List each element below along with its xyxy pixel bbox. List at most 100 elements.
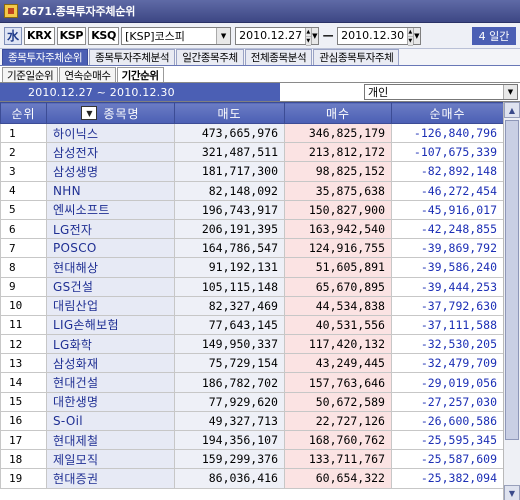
date-to-field[interactable]: 2010.12.30 ▲ ▼ ▼ [337, 26, 422, 46]
stock-name-cell[interactable]: 현대건설 [46, 372, 175, 393]
sell-amount-cell: 194,356,107 [174, 429, 285, 451]
table-row[interactable]: 3 삼성생명 181,717,300 98,825,152 -82,892,148 [0, 161, 504, 182]
net-buy-cell: -39,586,240 [391, 257, 504, 278]
stock-name-cell[interactable]: 제일모직 [46, 449, 175, 470]
vertical-scrollbar[interactable]: ▲ ▼ [503, 102, 520, 500]
rank-cell: 10 [0, 295, 47, 316]
net-buy-cell: -39,869,792 [391, 238, 504, 259]
tab-base-date-rank[interactable]: 기준일순위 [2, 67, 59, 82]
stock-name-cell[interactable]: 삼성화재 [46, 353, 175, 374]
window-title: 2671.종목투자주체순위 [22, 5, 136, 18]
calendar-dropdown-icon[interactable]: ▼ [412, 27, 421, 44]
chevron-down-icon[interactable]: ▼ [503, 85, 517, 99]
stock-name-cell[interactable]: 현대제철 [46, 429, 175, 451]
stock-name-cell[interactable]: LIG손해보험 [46, 314, 175, 336]
table-row[interactable]: 4 NHN 82,148,092 35,875,638 -46,272,454 [0, 180, 504, 201]
table-row[interactable]: 11 LIG손해보험 77,643,145 40,531,556 -37,111,588 [0, 314, 504, 336]
table-row[interactable]: 7 POSCO 164,786,547 124,916,755 -39,869,792 [0, 238, 504, 259]
tab-watchlist-investor[interactable]: 관심종목투자주체 [313, 49, 400, 65]
investor-type-select[interactable]: 개인 ▼ [364, 84, 518, 100]
rank-cell: 11 [0, 314, 47, 336]
sell-amount-cell: 181,717,300 [174, 161, 285, 182]
table-row[interactable]: 15 대한생명 77,929,620 50,672,589 -27,257,030 [0, 391, 504, 412]
column-header-net-buy[interactable]: 순매수 [391, 102, 504, 124]
water-icon[interactable]: 水 [4, 26, 22, 45]
table-row[interactable]: 5 엔씨소프트 196,743,917 150,827,900 -45,916,017 [0, 199, 504, 220]
stock-name-cell[interactable]: LG화학 [46, 334, 175, 355]
sell-amount-cell: 82,327,469 [174, 295, 285, 316]
table-row[interactable]: 2 삼성전자 321,487,511 213,812,172 -107,675,339 [0, 142, 504, 163]
rank-cell: 7 [0, 238, 47, 259]
buy-amount-cell: 168,760,762 [284, 429, 392, 451]
tab-consecutive-net-buy[interactable]: 연속순매수 [59, 67, 116, 82]
table-row[interactable]: 14 현대건설 186,782,702 157,763,646 -29,019,056 [0, 372, 504, 393]
net-buy-cell: -39,444,253 [391, 276, 504, 297]
buy-amount-cell: 157,763,646 [284, 372, 392, 393]
stock-name-cell[interactable]: 하이닉스 [46, 122, 175, 144]
scroll-thumb[interactable] [505, 120, 519, 440]
buy-amount-cell: 213,812,172 [284, 142, 392, 163]
table-row[interactable]: 10 대림산업 82,327,469 44,534,838 -37,792,630 [0, 295, 504, 316]
column-header-name[interactable]: ▼ 종목명 [46, 102, 175, 124]
buy-amount-cell: 50,672,589 [284, 391, 392, 412]
sell-amount-cell: 159,299,376 [174, 449, 285, 470]
chevron-down-icon[interactable]: ▼ [216, 27, 231, 44]
stock-name-cell[interactable]: GS건설 [46, 276, 175, 297]
table-row[interactable]: 18 제일모직 159,299,376 133,711,767 -25,587,609 [0, 449, 504, 470]
stock-name-cell[interactable]: 현대증권 [46, 468, 175, 489]
column-header-sell[interactable]: 매도 [174, 102, 285, 124]
tab-stock-investor-analysis[interactable]: 종목투자주체분석 [89, 49, 176, 65]
net-buy-cell: -107,675,339 [391, 142, 504, 163]
stock-name-cell[interactable]: 현대해상 [46, 257, 175, 278]
date-from-field[interactable]: 2010.12.27 ▲ ▼ ▼ [235, 26, 320, 46]
stock-name-cell[interactable]: 대림산업 [46, 295, 175, 316]
tab-daily-stock-investor[interactable]: 일간종목주체 [176, 49, 244, 65]
table-row[interactable]: 9 GS건설 105,115,148 65,670,895 -39,444,253 [0, 276, 504, 297]
stock-name-cell[interactable]: 대한생명 [46, 391, 175, 412]
sell-amount-cell: 82,148,092 [174, 180, 285, 201]
scroll-up-icon[interactable]: ▲ [504, 102, 520, 118]
scroll-down-icon[interactable]: ▼ [504, 485, 520, 500]
table-row[interactable]: 16 S-Oil 49,327,713 22,727,126 -26,600,586 [0, 410, 504, 432]
net-buy-cell: -37,792,630 [391, 295, 504, 316]
tab-all-stock-analysis[interactable]: 전체종목분석 [244, 49, 313, 65]
sort-down-icon[interactable]: ▼ [81, 106, 98, 120]
date-to-value: 2010.12.30 [341, 29, 405, 42]
market-ksq-button[interactable]: KSQ [88, 26, 120, 45]
stock-name-cell[interactable]: 삼성전자 [46, 142, 175, 163]
table-row[interactable]: 13 삼성화재 75,729,154 43,249,445 -32,479,709 [0, 353, 504, 374]
column-header-rank[interactable]: 순위 [0, 102, 47, 124]
table-row[interactable]: 19 현대증권 86,036,416 60,654,322 -25,382,094 [0, 468, 504, 489]
sell-amount-cell: 164,786,547 [174, 238, 285, 259]
stock-name-cell[interactable]: NHN [46, 180, 175, 201]
sell-amount-cell: 206,191,395 [174, 218, 285, 240]
table-row[interactable]: 8 현대해상 91,192,131 51,605,891 -39,586,240 [0, 257, 504, 278]
table-row[interactable]: 6 LG전자 206,191,395 163,942,540 -42,248,855 [0, 218, 504, 240]
stock-name-cell[interactable]: 삼성생명 [46, 161, 175, 182]
market-select-value: [KSP]코스피 [125, 29, 185, 43]
rank-cell: 1 [0, 122, 47, 144]
market-krx-button[interactable]: KRX [24, 26, 55, 45]
stock-name-cell[interactable]: S-Oil [46, 410, 175, 432]
stock-name-cell[interactable]: 엔씨소프트 [46, 199, 175, 220]
sell-amount-cell: 86,036,416 [174, 468, 285, 489]
stock-name-cell[interactable]: LG전자 [46, 218, 175, 240]
net-buy-cell: -42,248,855 [391, 218, 504, 240]
tab-period-rank[interactable]: 기간순위 [116, 67, 164, 82]
period-badge: 4 일간 [472, 26, 516, 45]
market-ksp-button[interactable]: KSP [56, 26, 87, 45]
calendar-dropdown-icon[interactable]: ▼ [310, 27, 319, 44]
buy-amount-cell: 22,727,126 [284, 410, 392, 432]
stock-name-cell[interactable]: POSCO [46, 238, 175, 259]
ranking-table: 순위 ▼ 종목명 매도 매수 순매수 1 하이닉스 473,665,976 346,8… [0, 102, 504, 489]
rank-cell: 16 [0, 410, 47, 432]
table-row[interactable]: 12 LG화학 149,950,337 117,420,132 -32,530,205 [0, 334, 504, 355]
toolbar: 水 KRX KSP KSQ [KSP]코스피 ▼ 2010.12.27 ▲ ▼ ▼… [0, 23, 520, 49]
table-row[interactable]: 17 현대제철 194,356,107 168,760,762 -25,595,345 [0, 429, 504, 451]
table-row[interactable]: 1 하이닉스 473,665,976 346,825,179 -126,840,796 [0, 122, 504, 144]
market-select[interactable]: [KSP]코스피 ▼ [121, 26, 232, 45]
column-header-buy[interactable]: 매수 [284, 102, 392, 124]
tab-stock-investor-rank[interactable]: 종목투자주체순위 [2, 49, 89, 65]
buy-amount-cell: 124,916,755 [284, 238, 392, 259]
range-bar: 2010.12.27 ~ 2010.12.30 개인 ▼ [0, 83, 520, 101]
